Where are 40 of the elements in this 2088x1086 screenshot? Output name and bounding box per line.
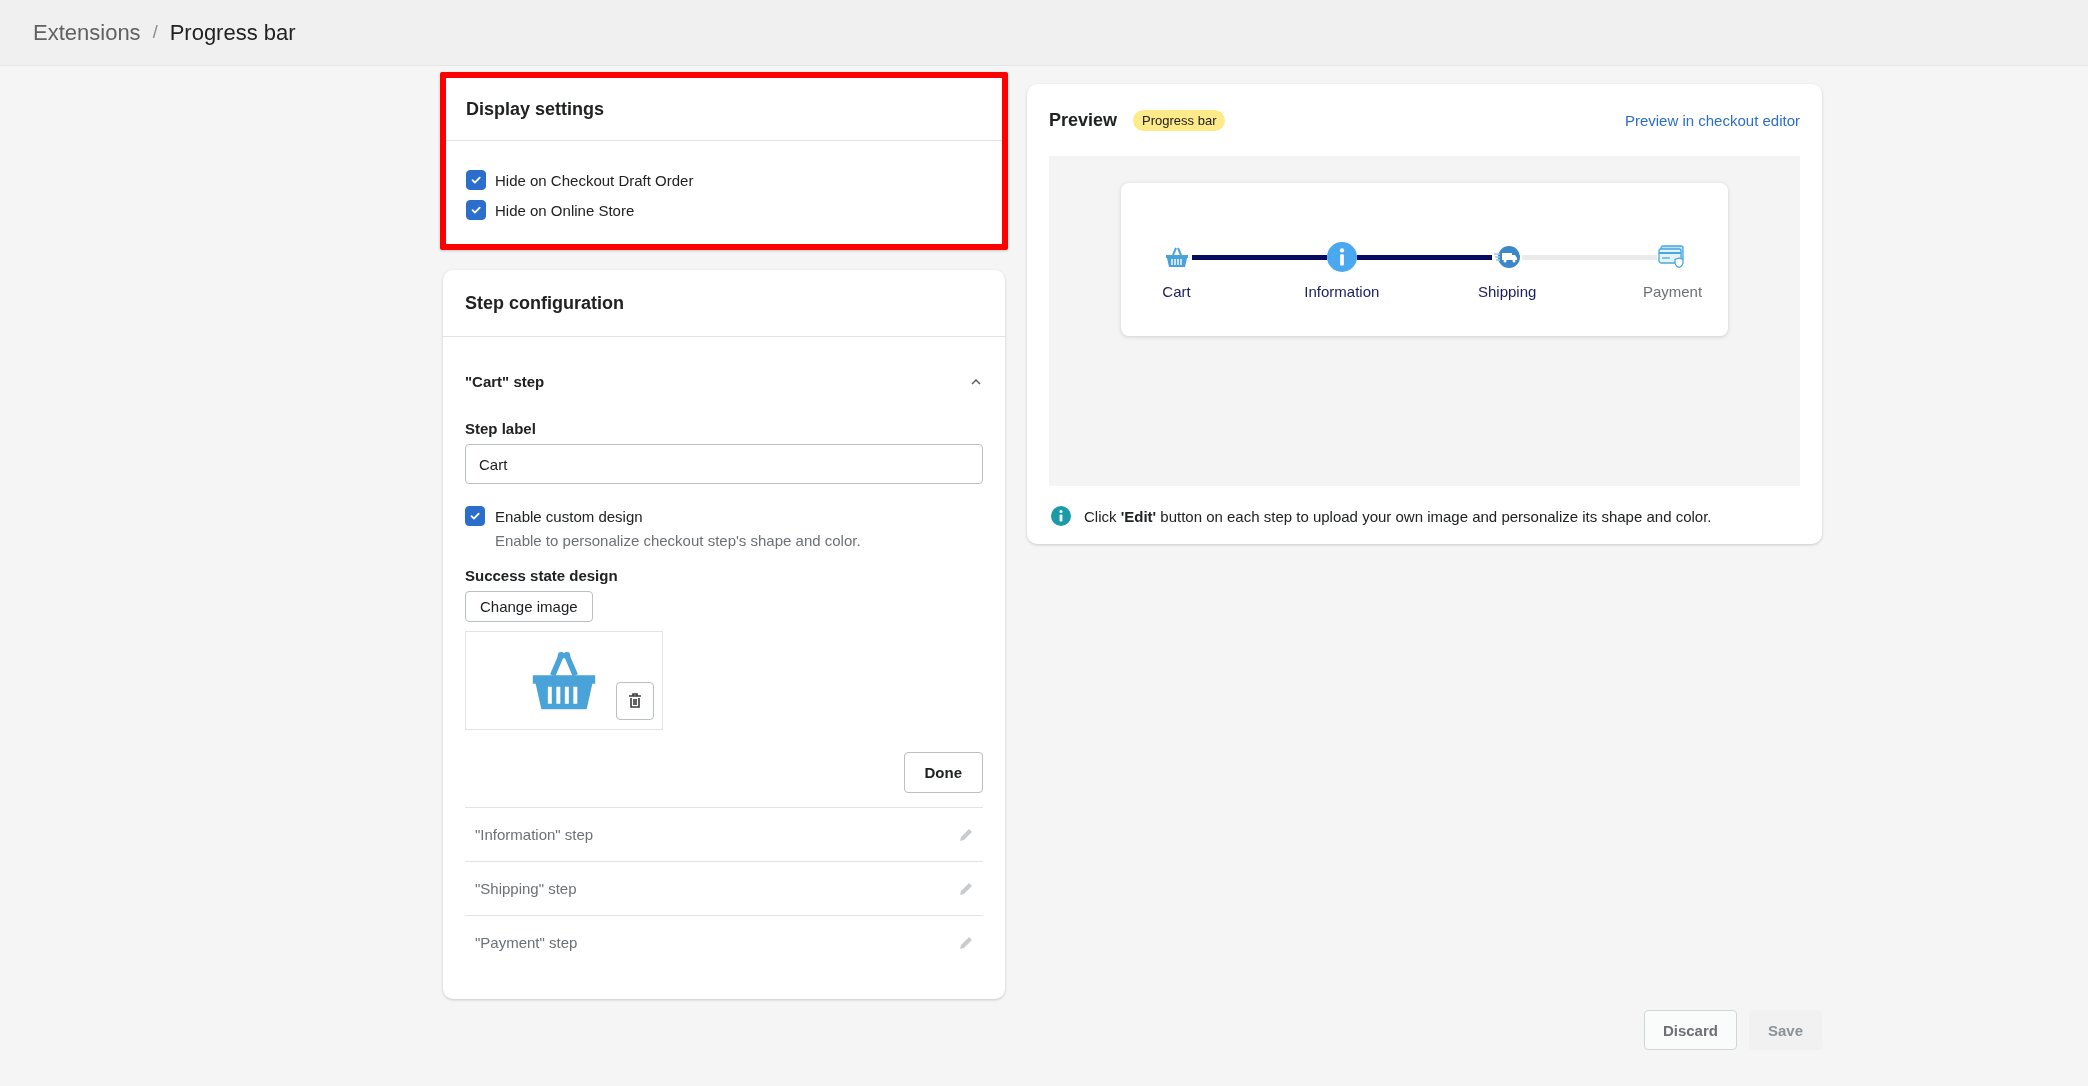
- info-text: Click 'Edit' button on each step to upload your own image and personalize its shape and color.: [1084, 507, 1712, 525]
- card-title: Display settings: [466, 98, 605, 120]
- step-label: Payment: [1642, 283, 1703, 300]
- credit-card-icon: [1658, 245, 1687, 269]
- breadcrumb-link[interactable]: Extensions: [33, 19, 141, 46]
- trash-icon: [628, 693, 642, 709]
- page-title: Progress bar: [169, 19, 296, 46]
- basket-icon: [1164, 246, 1189, 268]
- checkbox-label: Hide on Online Store: [495, 201, 635, 219]
- info-icon: [1051, 506, 1071, 526]
- discard-button[interactable]: Discard: [1643, 1010, 1737, 1050]
- breadcrumb-separator: /: [152, 22, 158, 43]
- step-label: Shipping: [1477, 283, 1537, 300]
- preview-link[interactable]: Preview in checkout editor: [1624, 111, 1800, 129]
- checkbox-label: Enable custom design: [495, 507, 643, 525]
- checkbox[interactable]: [466, 200, 486, 220]
- step-row[interactable]: "Payment" step: [475, 934, 578, 951]
- checkmark-icon: [470, 204, 482, 216]
- step-row[interactable]: "Shipping" step: [475, 880, 577, 897]
- checkbox-label: Hide on Checkout Draft Order: [495, 171, 694, 189]
- checkmark-icon: [470, 174, 482, 186]
- info-icon: [1326, 241, 1357, 273]
- checkmark-icon: [469, 510, 481, 522]
- help-text: Enable to personalize checkout step's shape and color.: [495, 532, 862, 549]
- step-label-input[interactable]: Cart: [465, 444, 983, 484]
- step-label: Cart: [1162, 283, 1191, 300]
- checkbox[interactable]: [465, 506, 485, 526]
- done-button[interactable]: Done: [903, 752, 983, 793]
- delete-button[interactable]: [616, 682, 654, 720]
- truck-icon: [1493, 245, 1522, 269]
- step-label: Information: [1304, 283, 1380, 300]
- card-title: Preview: [1049, 109, 1118, 131]
- field-label: Step label: [465, 420, 537, 437]
- badge: Progress bar: [1133, 109, 1226, 131]
- checkbox[interactable]: [466, 170, 486, 190]
- step-row[interactable]: "Information" step: [475, 826, 594, 843]
- card-title: Step configuration: [465, 292, 624, 314]
- field-label: Success state design: [465, 567, 619, 584]
- step-header[interactable]: "Cart" step: [465, 373, 545, 390]
- change-image-button[interactable]: Change image: [465, 591, 593, 622]
